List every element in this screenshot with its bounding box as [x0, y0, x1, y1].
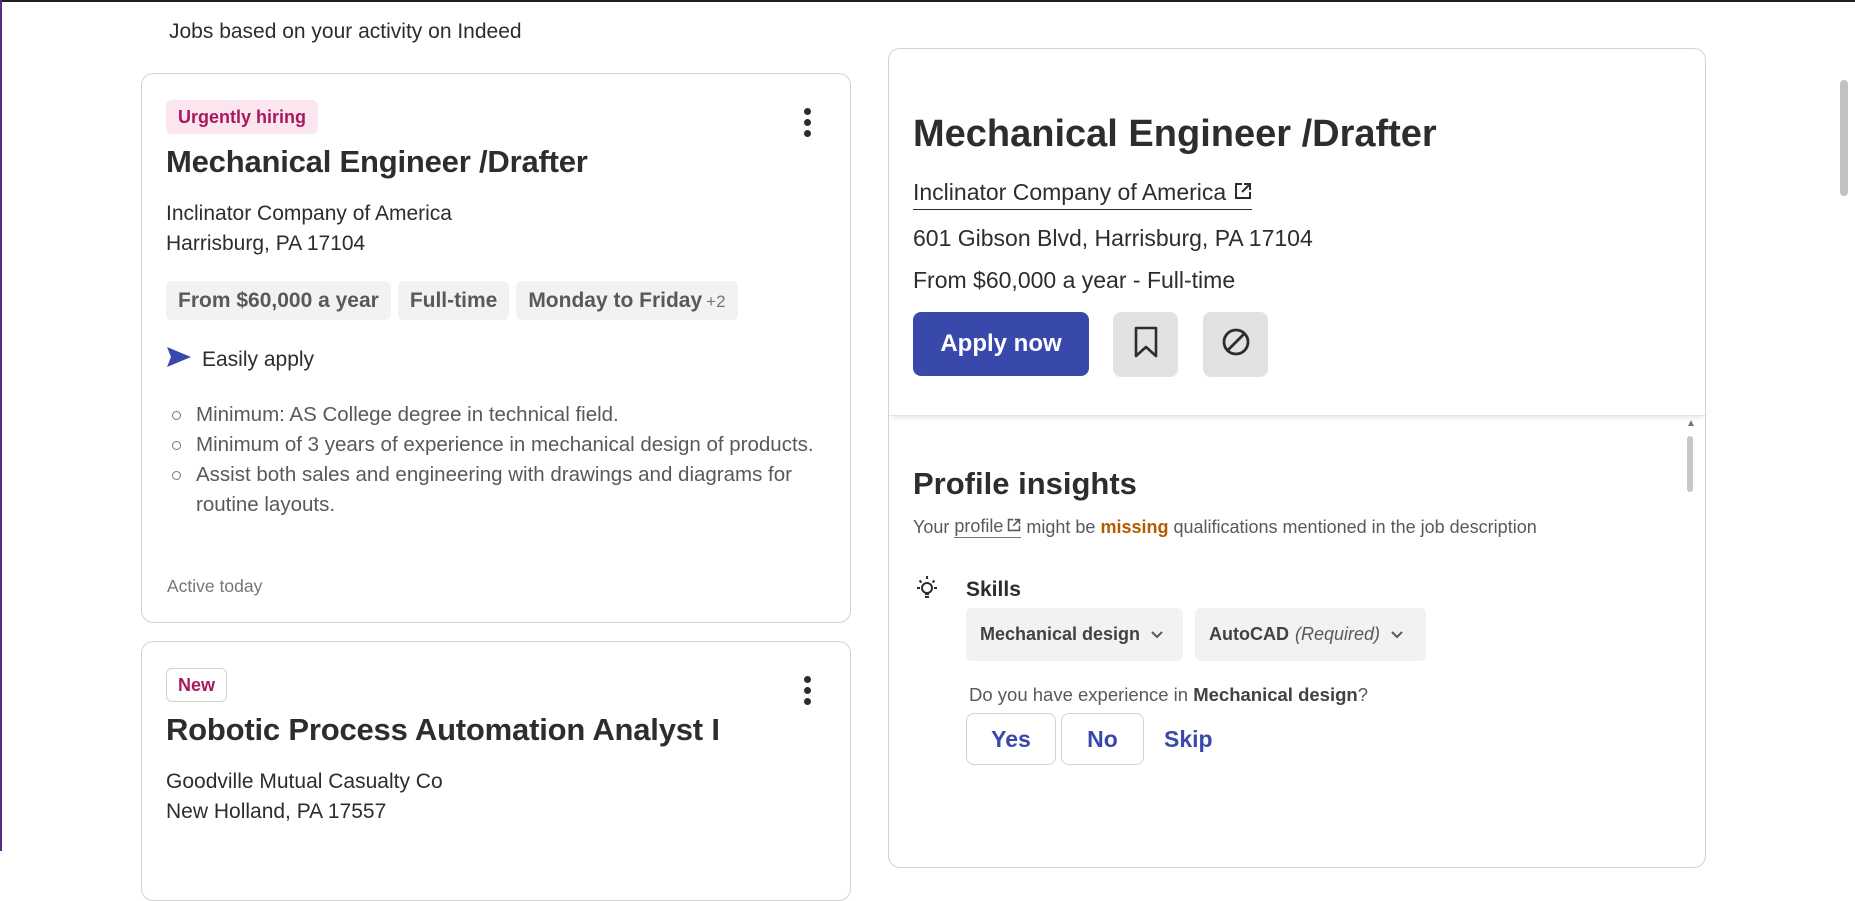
profile-insights-title: Profile insights [913, 466, 1137, 501]
detail-company-link[interactable]: Inclinator Company of America [913, 179, 1253, 210]
desc-prefix: Your [913, 516, 950, 537]
no-button[interactable]: No [1061, 713, 1144, 765]
list-item: Minimum: AS College degree in technical … [172, 400, 846, 430]
question-prefix: Do you have experience in [969, 684, 1189, 705]
not-interested-icon [1221, 327, 1251, 362]
skill-name: AutoCAD [1209, 624, 1289, 644]
window-top-border [2, 0, 1855, 2]
skill-chip-autocad[interactable]: AutoCAD (Required) [1195, 608, 1426, 661]
more-tags-count: +2 [706, 292, 726, 311]
desc-suffix: qualifications mentioned in the job desc… [1173, 516, 1537, 537]
send-icon [166, 346, 192, 374]
job-detail-panel: Mechanical Engineer /Drafter Inclinator … [888, 48, 1706, 868]
skills-label: Skills [966, 578, 1021, 601]
skill-chip-mechanical-design[interactable]: Mechanical design [966, 608, 1183, 661]
job-title[interactable]: Mechanical Engineer /Drafter [166, 144, 588, 180]
salary-tag: From $60,000 a year [166, 281, 391, 320]
save-job-button[interactable] [1113, 312, 1178, 377]
job-tags: From $60,000 a year Full-time Monday to … [166, 281, 738, 320]
skill-chip-label: Mechanical design [980, 624, 1141, 644]
schedule-tag-label: Monday to Friday [528, 289, 703, 312]
apply-now-button[interactable]: Apply now [913, 312, 1089, 376]
page-scrollbar-thumb[interactable] [1840, 80, 1848, 196]
question-suffix: ? [1357, 684, 1368, 705]
external-link-icon [1234, 179, 1252, 206]
chevron-down-icon [1150, 624, 1164, 645]
skill-question: Do you have experience in Mechanical des… [969, 684, 1368, 706]
inner-scrollbar[interactable]: ▲ [1685, 418, 1697, 758]
detail-company-name: Inclinator Company of America [913, 179, 1227, 205]
job-card[interactable]: New Robotic Process Automation Analyst I… [141, 641, 851, 901]
list-item: Minimum of 3 years of experience in mech… [172, 430, 846, 460]
activity-status: Active today [167, 576, 263, 596]
job-detail-header: Mechanical Engineer /Drafter Inclinator … [889, 49, 1705, 416]
job-location: Harrisburg, PA 17104 [166, 232, 366, 255]
profile-link[interactable]: profile [954, 516, 1022, 538]
skill-chip-label: AutoCAD (Required) [1209, 624, 1380, 645]
required-note: (Required) [1294, 624, 1381, 644]
chevron-down-icon [1390, 624, 1404, 645]
profile-link-label: profile [954, 516, 1004, 536]
lightbulb-icon [913, 573, 941, 606]
yes-button[interactable]: Yes [966, 713, 1056, 765]
kebab-menu-icon[interactable] [802, 676, 812, 710]
bookmark-icon [1134, 326, 1158, 363]
missing-highlight: missing [1100, 516, 1169, 537]
scroll-up-icon[interactable]: ▲ [1686, 418, 1696, 429]
new-badge: New [166, 668, 228, 702]
external-link-icon [1007, 516, 1021, 537]
job-detail-scroll-area[interactable]: ▲ Profile insights Your profile might be… [889, 416, 1705, 867]
desc-mid: might be [1026, 516, 1096, 537]
question-skill: Mechanical design [1193, 684, 1358, 705]
schedule-tag[interactable]: Monday to Friday +2 [516, 281, 738, 320]
detail-salary-type: From $60,000 a year - Full-time [913, 267, 1236, 293]
company-name: Inclinator Company of America [166, 202, 452, 225]
skip-button[interactable]: Skip [1154, 713, 1223, 765]
not-interested-button[interactable] [1203, 312, 1268, 377]
kebab-menu-icon[interactable] [802, 108, 812, 142]
job-snippet-list: Minimum: AS College degree in technical … [166, 400, 846, 520]
list-item: Assist both sales and engineering with d… [172, 460, 846, 520]
easily-apply: Easily apply [166, 346, 314, 374]
urgently-hiring-badge: Urgently hiring [166, 100, 319, 134]
detail-job-title: Mechanical Engineer /Drafter [913, 113, 1437, 155]
profile-insights-description: Your profile might be missing qualificat… [913, 516, 1537, 538]
inner-scrollbar-thumb[interactable] [1687, 436, 1693, 492]
job-title[interactable]: Robotic Process Automation Analyst I [166, 712, 720, 748]
section-heading: Jobs based on your activity on Indeed [169, 20, 522, 43]
job-location: New Holland, PA 17557 [166, 800, 387, 823]
easily-apply-label: Easily apply [202, 348, 315, 371]
detail-address: 601 Gibson Blvd, Harrisburg, PA 17104 [913, 225, 1313, 251]
job-card[interactable]: Urgently hiring Mechanical Engineer /Dra… [141, 73, 851, 623]
company-name: Goodville Mutual Casualty Co [166, 770, 443, 793]
job-type-tag: Full-time [397, 281, 510, 320]
